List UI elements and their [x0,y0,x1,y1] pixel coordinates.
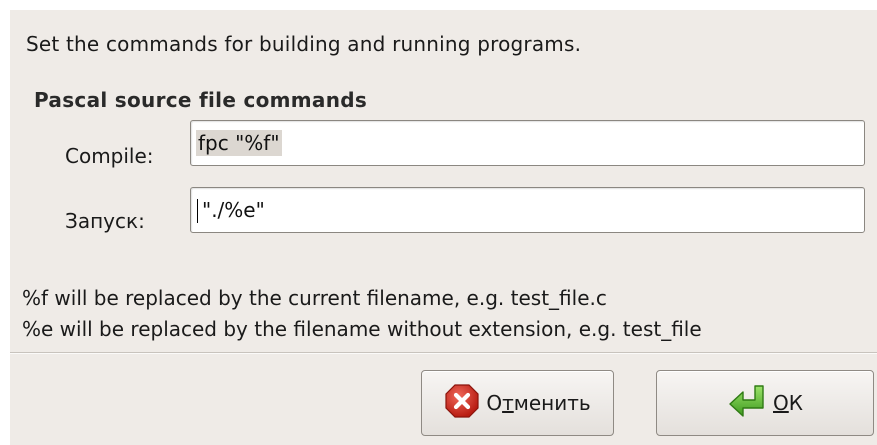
enter-arrow-icon [727,383,767,423]
run-command-input[interactable]: "./%e" [190,187,865,233]
compile-label: Compile: [65,144,154,168]
ok-button[interactable]: ОК [656,370,874,436]
group-title: Pascal source file commands [34,88,368,112]
cancel-button[interactable]: Отменить [421,370,614,436]
compile-command-input[interactable]: fpc "%f" [190,120,865,166]
cancel-button-label: Отменить [486,391,591,415]
run-label: Запуск: [65,209,145,233]
hint-filename: %f will be replaced by the current filen… [22,286,607,310]
separator [10,352,877,354]
ok-button-label: ОК [773,391,803,415]
text-cursor [197,199,198,223]
hint-extension: %e will be replaced by the filename with… [22,317,702,341]
run-command-value: "./%e" [202,198,265,222]
intro-text: Set the commands for building and runnin… [26,32,582,56]
cancel-icon [444,383,480,423]
compile-command-value: fpc "%f" [196,130,282,156]
build-commands-dialog: Set the commands for building and runnin… [10,10,877,445]
